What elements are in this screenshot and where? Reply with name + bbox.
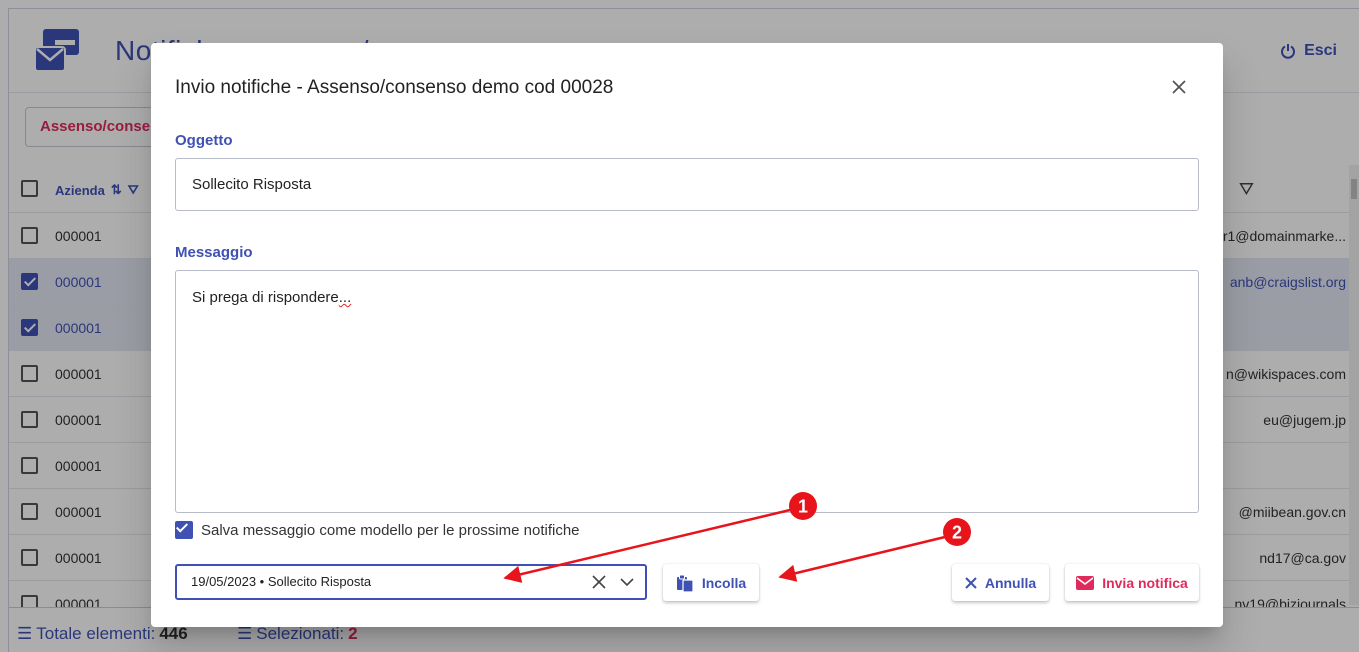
dialog-title: Invio notifiche - Assenso/consenso demo … — [175, 77, 614, 98]
message-text-misspelled: ... — [338, 289, 352, 306]
message-label: Messaggio — [175, 244, 253, 261]
clipboard-icon — [676, 574, 694, 592]
close-icon — [965, 576, 977, 589]
close-icon[interactable] — [1169, 77, 1189, 97]
paste-label: Incolla — [701, 574, 747, 591]
save-template-row[interactable]: Salva messaggio come modello per le pros… — [175, 521, 580, 539]
cancel-label: Annulla — [984, 574, 1037, 591]
save-template-checkbox[interactable] — [175, 521, 193, 539]
save-template-label: Salva messaggio come modello per le pros… — [201, 521, 580, 539]
subject-input[interactable]: Sollecito Risposta — [175, 158, 1199, 211]
chevron-down-icon[interactable] — [619, 574, 635, 590]
message-text: Si prega di rispondere — [192, 289, 339, 306]
subject-label: Oggetto — [175, 132, 233, 149]
clear-icon[interactable] — [591, 574, 607, 590]
send-notification-dialog: Invio notifiche - Assenso/consenso demo … — [151, 43, 1223, 627]
send-notification-button[interactable]: Invia notifica — [1065, 564, 1199, 601]
send-label: Invia notifica — [1102, 574, 1188, 591]
cancel-button[interactable]: Annulla — [952, 564, 1049, 601]
message-textarea[interactable]: Si prega di rispondere... — [175, 270, 1199, 513]
template-selected-value: 19/05/2023 • Sollecito Risposta — [191, 574, 372, 589]
paste-button[interactable]: Incolla — [663, 564, 759, 601]
envelope-icon — [1076, 575, 1095, 590]
template-select[interactable]: 19/05/2023 • Sollecito Risposta — [175, 564, 647, 600]
